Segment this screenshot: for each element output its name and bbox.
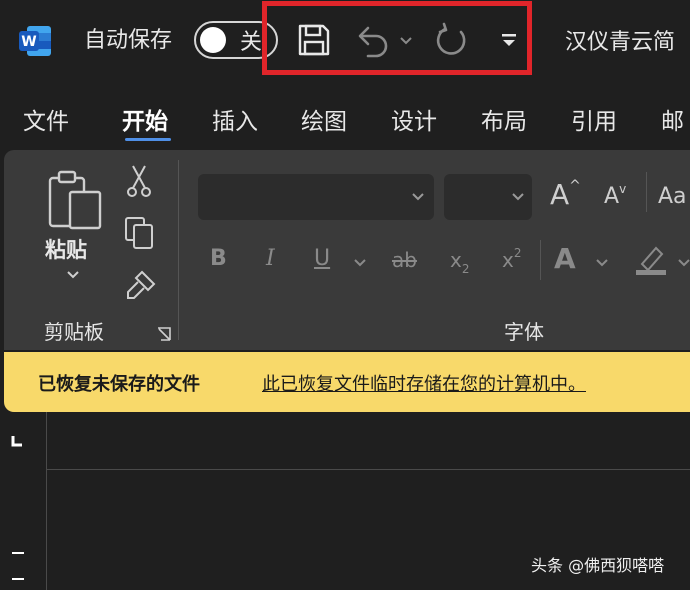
toggle-state-text: 关 [240,30,263,55]
paste-icon[interactable] [46,170,104,232]
cut-icon[interactable] [126,164,152,198]
ribbon-tabs: 文件 开始 插入 绘图 设计 布局 引用 邮 [0,96,690,142]
ruler-tick [12,552,24,554]
ruler-tick [12,578,24,580]
grow-font-label: A [550,178,570,211]
subscript-base: x [450,248,462,272]
change-case-button[interactable]: Aa [658,184,687,209]
watermark-text: 头条 @佛西狈嗒嗒 [531,556,665,575]
paste-dropdown-icon[interactable] [66,270,80,280]
grow-font-button[interactable]: A^ [550,178,581,211]
underline-button[interactable]: U [314,246,330,271]
tab-stop-icon[interactable] [10,434,24,448]
superscript-base: x [502,248,514,272]
tab-design[interactable]: 设计 [391,102,437,136]
word-logo-icon[interactable]: W [17,24,53,58]
subscript-button[interactable]: x2 [450,248,469,276]
group-separator [540,240,541,280]
font-group-label: 字体 [504,320,544,344]
tab-layout[interactable]: 布局 [481,102,527,136]
dialog-launcher-icon[interactable] [156,326,172,342]
document-title[interactable]: 汉仪青云简 [565,24,675,56]
tab-home[interactable]: 开始 [122,102,168,136]
text-effects-button[interactable]: A [554,242,576,275]
recovery-title: 已恢复未保存的文件 [38,374,200,395]
grow-caret-icon: ^ [569,178,581,194]
recovery-notification-bar: 已恢复未保存的文件 此已恢复文件临时存储在您的计算机中。 [4,352,690,412]
autosave-label: 自动保存 [84,28,173,53]
word-logo-letter: W [21,34,36,50]
tab-references[interactable]: 引用 [571,102,617,136]
chevron-down-icon [412,193,424,201]
shrink-font-button[interactable]: Av [604,182,627,209]
subscript-digit: 2 [461,262,470,276]
format-painter-icon[interactable] [124,268,158,302]
font-size-combo[interactable] [444,174,532,220]
paste-label[interactable]: 粘贴 [45,234,87,264]
superscript-button[interactable]: x2 [502,246,522,272]
text-effects-dropdown-icon[interactable] [596,258,608,268]
ribbon-panel: 粘贴 剪贴板 A^ Av Aa B I U ab x2 x2 A 字体 [4,150,690,350]
highlight-pen-icon[interactable] [634,242,668,276]
group-separator [646,172,647,212]
recovery-message-link[interactable]: 此已恢复文件临时存储在您的计算机中。 [262,370,586,396]
tab-draw[interactable]: 绘图 [301,102,347,136]
active-tab-indicator [125,138,171,141]
group-separator [178,160,179,340]
toggle-knob [200,27,226,53]
copy-icon[interactable] [124,216,156,250]
italic-button[interactable]: I [266,246,275,271]
superscript-digit: 2 [513,246,522,260]
shrink-font-label: A [604,184,620,209]
strikethrough-button[interactable]: ab [392,248,417,272]
highlight-dropdown-icon[interactable] [678,258,690,268]
shrink-caret-icon: v [619,182,627,196]
underline-dropdown-icon[interactable] [354,258,366,268]
clipboard-group-label: 剪贴板 [44,320,104,344]
tab-file[interactable]: 文件 [23,102,69,136]
qat-highlight-box [262,1,532,75]
tab-mailings[interactable]: 邮 [661,102,684,136]
horizontal-ruler-line [46,469,690,470]
tab-insert[interactable]: 插入 [212,102,258,136]
chevron-down-icon [512,193,524,201]
bold-button[interactable]: B [210,246,227,271]
vertical-ruler-line [46,412,47,590]
font-name-combo[interactable] [198,174,434,220]
